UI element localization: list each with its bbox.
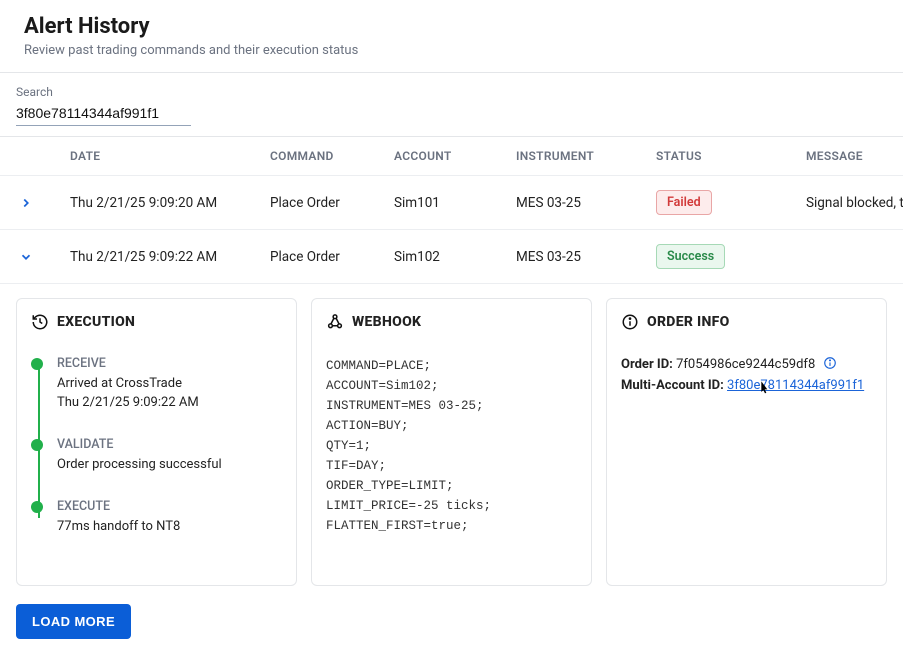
status-badge: Failed [656, 190, 712, 215]
cell-command: Place Order [270, 249, 394, 265]
cell-instrument: MES 03-25 [516, 195, 656, 211]
webhook-panel: WEBHOOK COMMAND=PLACE; ACCOUNT=Sim102; I… [311, 298, 592, 586]
load-more-button[interactable]: LOAD MORE [16, 604, 131, 639]
multi-account-label: Multi-Account ID: [621, 378, 724, 393]
search-label: Search [16, 85, 887, 99]
col-instrument: INSTRUMENT [516, 149, 656, 163]
step-text: 77ms handoff to NT8 [57, 518, 282, 537]
webhook-payload: COMMAND=PLACE; ACCOUNT=Sim102; INSTRUMEN… [326, 356, 577, 536]
timeline-dot-icon [31, 501, 43, 513]
col-command: COMMAND [270, 149, 394, 163]
col-date: DATE [52, 149, 270, 163]
execution-panel: EXECUTION RECEIVE Arrived at CrossTrade … [16, 298, 297, 586]
footer: LOAD MORE [0, 604, 903, 663]
step-label: EXECUTE [57, 499, 282, 514]
cell-status: Failed [656, 190, 806, 215]
page-subtitle: Review past trading commands and their e… [24, 43, 883, 58]
multi-account-row: Multi-Account ID: 3f80e78114344af991f1 [621, 378, 872, 393]
execution-timeline: RECEIVE Arrived at CrossTrade Thu 2/21/2… [31, 356, 282, 536]
page-header: Alert History Review past trading comman… [0, 0, 903, 73]
cell-command: Place Order [270, 195, 394, 211]
cell-date: Thu 2/21/25 9:09:22 AM [52, 249, 270, 265]
order-id-value: 7f054986ce9244c59df8 [676, 357, 815, 372]
status-badge: Success [656, 244, 725, 269]
step-text: Thu 2/21/25 9:09:22 AM [57, 394, 282, 413]
timeline-step: EXECUTE 77ms handoff to NT8 [57, 499, 282, 537]
search-section: Search [0, 73, 903, 137]
order-info-panel: ORDER INFO Order ID: 7f054986ce9244c59df… [606, 298, 887, 586]
chevron-right-icon [19, 196, 33, 210]
step-text: Arrived at CrossTrade [57, 375, 282, 394]
webhook-title: WEBHOOK [352, 314, 421, 330]
multi-account-link[interactable]: 3f80e78114344af991f1 [727, 378, 864, 393]
order-id-row: Order ID: 7f054986ce9244c59df8 [621, 356, 872, 372]
cell-status: Success [656, 244, 806, 269]
cell-date: Thu 2/21/25 9:09:20 AM [52, 195, 270, 211]
search-input[interactable] [16, 101, 191, 126]
page-title: Alert History [24, 14, 883, 39]
timeline-dot-icon [31, 358, 43, 370]
step-text: Order processing successful [57, 456, 282, 475]
chevron-down-icon [19, 250, 33, 264]
alerts-table: DATE COMMAND ACCOUNT INSTRUMENT STATUS M… [0, 137, 903, 284]
col-account: ACCOUNT [394, 149, 516, 163]
cell-message: Signal blocked, time [806, 195, 903, 211]
cell-instrument: MES 03-25 [516, 249, 656, 265]
table-row: Thu 2/21/25 9:09:20 AM Place Order Sim10… [0, 176, 903, 230]
expand-toggle[interactable] [0, 250, 52, 264]
col-message: MESSAGE [806, 149, 903, 163]
order-info-title: ORDER INFO [647, 314, 730, 330]
col-status: STATUS [656, 149, 806, 163]
timeline-step: RECEIVE Arrived at CrossTrade Thu 2/21/2… [57, 356, 282, 413]
table-row: Thu 2/21/25 9:09:22 AM Place Order Sim10… [0, 230, 903, 284]
webhook-icon [326, 313, 344, 331]
detail-panels: EXECUTION RECEIVE Arrived at CrossTrade … [0, 284, 903, 604]
timeline-step: VALIDATE Order processing successful [57, 437, 282, 475]
order-id-label: Order ID: [621, 357, 673, 372]
info-circle-icon[interactable] [823, 356, 837, 370]
info-icon [621, 313, 639, 331]
execution-title: EXECUTION [57, 314, 135, 330]
timeline-dot-icon [31, 439, 43, 451]
step-label: RECEIVE [57, 356, 282, 371]
expand-toggle[interactable] [0, 196, 52, 210]
history-icon [31, 313, 49, 331]
table-header: DATE COMMAND ACCOUNT INSTRUMENT STATUS M… [0, 137, 903, 176]
cell-account: Sim102 [394, 249, 516, 265]
step-label: VALIDATE [57, 437, 282, 452]
cell-account: Sim101 [394, 195, 516, 211]
